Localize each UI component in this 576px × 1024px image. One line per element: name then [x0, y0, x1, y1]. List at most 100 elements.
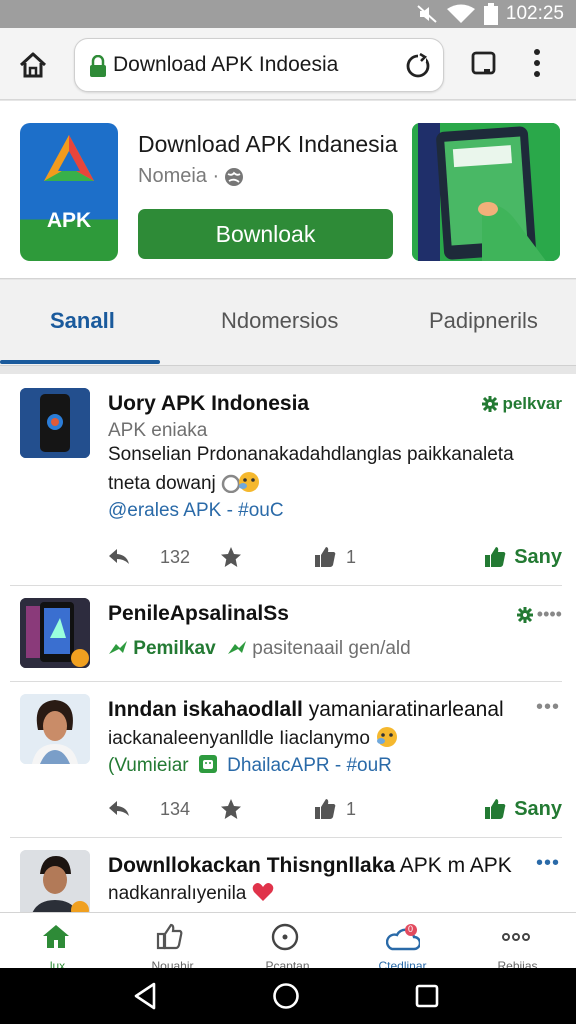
star-button[interactable] [220, 798, 242, 820]
tabs-button[interactable] [470, 50, 498, 83]
list-item[interactable]: Downllokackan Thisngnllaka APK m APK •••… [10, 838, 562, 912]
lock-icon [89, 54, 107, 82]
circle-home-icon [273, 983, 299, 1009]
status-time: 102:25 [505, 3, 564, 24]
nav-pcaptan[interactable]: Pcaptan [230, 913, 345, 969]
post-badge-label: pelkvar [502, 394, 562, 413]
tag-link[interactable]: DhailacAPR - #ouR [227, 755, 392, 776]
post-title-main: Inndan iskahaodlall [108, 698, 303, 721]
tag-secondary[interactable]: pasitenaail gen/ald [252, 638, 410, 659]
gear-badge-icon [482, 396, 499, 412]
share-count: 134 [160, 798, 191, 819]
post-text-line: tneta dowanj [108, 473, 216, 494]
nav-nouahir[interactable]: Nouahir [115, 913, 230, 969]
share-button[interactable] [108, 800, 130, 818]
emoji-icon [221, 472, 261, 494]
post-tags[interactable]: @erales APK - #ouC [108, 500, 284, 522]
tag-pemilkav[interactable]: Pemilkav [133, 638, 215, 659]
apk-logo-icon [44, 135, 94, 181]
post-subtitle: APK eniaka [108, 420, 208, 441]
post-options[interactable]: •••• [516, 604, 562, 625]
battery-icon [483, 3, 498, 25]
home-button[interactable] [16, 48, 50, 82]
sany-label: Sany [514, 797, 562, 820]
share-icon [109, 549, 129, 564]
star-button[interactable] [220, 546, 242, 568]
more-options-icon[interactable]: ••• [536, 852, 560, 875]
post-text-line: iackanaleenyanlldle Iiaclanymo [108, 728, 370, 749]
list-item[interactable]: Uory APK Indonesia pelkvar APK eniaka So… [10, 374, 562, 586]
compass-icon [271, 923, 299, 956]
arrow-green-icon [108, 638, 133, 659]
like-button[interactable]: 1 [314, 798, 356, 820]
like-count: 1 [346, 546, 357, 567]
tab-padipnerils[interactable]: Padipnerils [429, 308, 538, 334]
like-button[interactable]: 1 [314, 546, 356, 568]
post-thumbnail [20, 388, 90, 458]
post-title[interactable]: Downllokackan Thisngnllaka APK m APK [108, 854, 512, 878]
thumbs-up-green-icon [485, 547, 506, 567]
back-button[interactable] [132, 982, 158, 1015]
sany-button[interactable]: Sany [484, 798, 562, 821]
list-item[interactable]: PenileApsalinalSs •••• Pemilkav pasitena… [10, 586, 562, 682]
thumbs-up-outline-icon [156, 923, 184, 956]
recents-button[interactable] [414, 982, 440, 1015]
post-tags-row: (Vumieiar DhailacAPR - #ouR [108, 754, 392, 777]
star-icon [221, 547, 241, 567]
wifi-icon [446, 4, 476, 24]
reload-icon[interactable] [405, 52, 431, 84]
post-text: iackanaleenyanlldle Iiaclanymo [108, 726, 399, 750]
android-icon [194, 755, 227, 776]
tabs-icon [471, 51, 496, 75]
post-title[interactable]: Uory APK Indonesia [108, 392, 309, 416]
app-icon[interactable]: APK [20, 123, 118, 261]
share-icon [109, 801, 129, 816]
home-icon [41, 923, 71, 956]
thumbs-up-green-icon [485, 799, 506, 819]
sany-button[interactable]: Sany [484, 546, 562, 569]
share-button[interactable] [108, 548, 130, 566]
post-title[interactable]: Inndan iskahaodlall yamaniaratinarleanal [108, 698, 504, 722]
nav-ctedlinar[interactable]: 0 Ctedlinar [345, 913, 460, 969]
tab-bar: Sanall Ndomersios Padipnerils [0, 280, 576, 366]
post-title-rest: yamaniaratinarleanal [302, 698, 504, 721]
post-text-continued: tneta dowanj [108, 471, 261, 495]
menu-icon [534, 49, 540, 77]
post-tags-row: Pemilkav pasitenaail gen/ald [108, 638, 411, 660]
post-action-bar: 132 1 Sany [108, 542, 562, 572]
square-recents-icon [415, 984, 439, 1008]
gear-badge-icon [516, 606, 533, 623]
avatar [20, 694, 90, 764]
menu-button[interactable] [532, 48, 542, 83]
active-tab-indicator [0, 360, 160, 364]
post-title-rest: APK m APK [395, 854, 512, 877]
tab-ndomersios[interactable]: Ndomersios [221, 308, 338, 334]
post-title[interactable]: PenileApsalinalSs [108, 602, 289, 626]
avatar [20, 850, 90, 912]
url-text: Download APK Indoesia [113, 53, 339, 76]
download-button[interactable]: Bownloak [138, 209, 393, 259]
address-bar[interactable]: Download APK Indoesia [74, 38, 444, 92]
thumbs-up-icon [315, 799, 336, 819]
nav-home[interactable]: lux [0, 913, 115, 969]
bottom-navigation: lux Nouahir Pcaptan 0 Ctedlinar Rebiias [0, 912, 576, 969]
system-navigation-bar [0, 968, 576, 1024]
emoji-icon [375, 727, 399, 749]
home-system-button[interactable] [272, 982, 300, 1015]
post-badge: pelkvar [482, 394, 562, 414]
post-title-main: Downllokackan Thisngnllaka [108, 854, 396, 877]
post-action-bar: 134 1 Sany [108, 794, 562, 824]
list-item[interactable]: Inndan iskahaodlall yamaniaratinarleanal… [10, 682, 562, 838]
home-icon [19, 52, 47, 78]
app-title: Download APK Indanesia [138, 131, 398, 157]
notification-badge: 0 [408, 924, 414, 934]
nav-rebiias[interactable]: Rebiias [460, 913, 575, 969]
tab-sanall[interactable]: Sanall [50, 308, 115, 334]
share-count: 132 [160, 546, 191, 567]
star-icon [221, 799, 241, 819]
post-feed[interactable]: Uory APK Indonesia pelkvar APK eniaka So… [0, 374, 576, 912]
sany-label: Sany [514, 545, 562, 568]
status-bar: 102:25 [0, 0, 576, 28]
more-options-icon[interactable]: ••• [536, 696, 560, 719]
tag-vumieiar[interactable]: (Vumieiar [108, 755, 189, 776]
